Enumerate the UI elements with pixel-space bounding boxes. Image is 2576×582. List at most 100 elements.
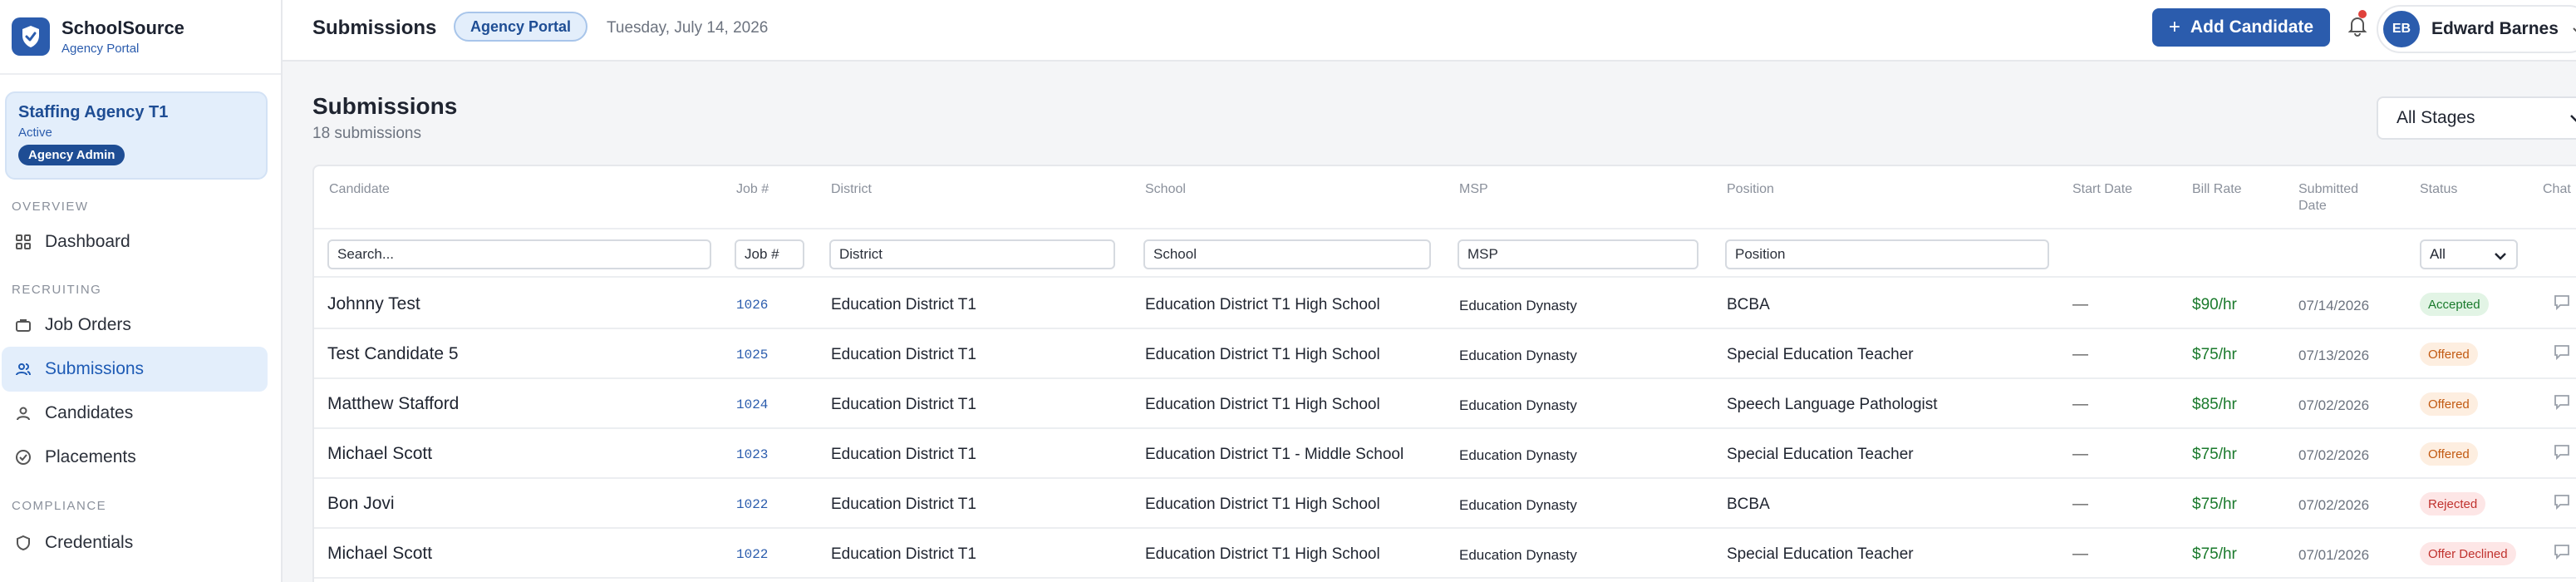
filter-row: All (314, 228, 2576, 278)
chat-bubble-icon[interactable] (2553, 293, 2571, 311)
district-cell: Education District T1 (831, 496, 976, 513)
district-cell: Education District T1 (831, 346, 976, 363)
candidate-search-input[interactable] (327, 239, 711, 269)
table-row[interactable]: Michael Scott 1023 Education District T1 Ed… (314, 429, 2576, 479)
candidate-name: Test Candidate 5 (327, 344, 459, 363)
position-cell: Special Education Teacher (1727, 346, 1914, 363)
bill-rate-cell: $75/hr (2192, 496, 2237, 513)
table-row[interactable]: Test Candidate 5 1025 Education District T… (314, 329, 2576, 379)
user-icon (15, 405, 32, 422)
column-header-status[interactable]: Status (2420, 181, 2457, 198)
table-row[interactable]: Matthew Stafford 1024 Education District T… (314, 379, 2576, 429)
sidebar-item-job-orders[interactable]: Job Orders (2, 303, 268, 348)
bill-rate-cell: $90/hr (2192, 296, 2237, 313)
position-cell: BCBA (1727, 296, 1770, 313)
column-header-bill-rate[interactable]: Bill Rate (2192, 181, 2242, 198)
job-number-link[interactable]: 1022 (736, 497, 768, 512)
job-filter-input[interactable] (735, 239, 804, 269)
status-badge: Rejected (2420, 492, 2486, 515)
job-number-link[interactable]: 1025 (736, 348, 768, 363)
school-cell: Education District T1 High School (1145, 545, 1380, 563)
status-badge: Offered (2420, 392, 2478, 416)
district-cell: Education District T1 (831, 296, 976, 313)
section-label-recruiting: RECRUITING (12, 283, 102, 297)
chat-bubble-icon[interactable] (2553, 492, 2571, 510)
bell-icon[interactable] (2345, 13, 2370, 38)
add-candidate-button[interactable]: + Add Candidate (2152, 8, 2330, 47)
agency-role-badge: Agency Admin (18, 145, 125, 165)
brand[interactable]: SchoolSource Agency Portal (0, 0, 281, 75)
sidebar-item-label: Credentials (45, 533, 134, 552)
submitted-date-cell: 07/14/2026 (2298, 298, 2370, 313)
start-date-cell: — (2072, 396, 2088, 413)
chat-bubble-icon[interactable] (2553, 442, 2571, 461)
position-cell: Special Education Teacher (1727, 446, 1914, 463)
column-header-school[interactable]: School (1145, 181, 1186, 198)
users-icon (15, 361, 32, 377)
district-filter-input[interactable] (829, 239, 1115, 269)
chat-bubble-icon[interactable] (2553, 343, 2571, 361)
district-cell: Education District T1 (831, 545, 976, 563)
school-cell: Education District T1 High School (1145, 296, 1380, 313)
school-cell: Education District T1 High School (1145, 396, 1380, 413)
job-number-link[interactable]: 1026 (736, 298, 768, 313)
briefcase-icon (15, 317, 32, 333)
sidebar-item-label: Placements (45, 447, 136, 466)
table-row[interactable]: Bon Jovi 1022 Education District T1 Educati… (314, 479, 2576, 529)
msp-cell: Education Dynasty (1459, 447, 1577, 463)
table-row[interactable]: Michael Scott 1022 Education District T1 Ed… (314, 529, 2576, 579)
column-header-district[interactable]: District (831, 181, 872, 198)
status-badge: Offered (2420, 343, 2478, 366)
sidebar-item-dashboard[interactable]: Dashboard (2, 219, 268, 264)
sidebar: SchoolSource Agency Portal Staffing Agen… (0, 0, 283, 582)
candidate-name: Michael Scott (327, 544, 433, 563)
table-row[interactable]: Johnny Test 1026 Education District T1 Educ… (314, 279, 2576, 329)
job-number-link[interactable]: 1022 (736, 547, 768, 562)
msp-cell: Education Dynasty (1459, 348, 1577, 363)
submissions-heading: Submissions (312, 93, 458, 119)
job-number-link[interactable]: 1024 (736, 397, 768, 412)
start-date-cell: — (2072, 496, 2088, 513)
column-header-position[interactable]: Position (1727, 181, 1774, 198)
job-number-link[interactable]: 1023 (736, 447, 768, 462)
agency-status: Active (18, 126, 52, 140)
bill-rate-cell: $75/hr (2192, 446, 2237, 463)
agency-name: Staffing Agency T1 (18, 103, 169, 121)
start-date-cell: — (2072, 346, 2088, 363)
chat-bubble-icon[interactable] (2553, 392, 2571, 411)
column-header-candidate[interactable]: Candidate (329, 181, 390, 198)
submitted-date-cell: 07/02/2026 (2298, 447, 2370, 463)
position-cell: BCBA (1727, 496, 1770, 513)
status-filter-select[interactable]: All (2420, 239, 2518, 269)
sidebar-item-placements[interactable]: Placements (2, 435, 268, 480)
status-badge: Accepted (2420, 293, 2489, 316)
sidebar-item-submissions[interactable]: Submissions (2, 347, 268, 392)
msp-cell: Education Dynasty (1459, 298, 1577, 313)
sidebar-item-label: Candidates (45, 403, 134, 422)
status-badge: Offer Declined (2420, 542, 2516, 565)
position-filter-input[interactable] (1725, 239, 2049, 269)
start-date-cell: — (2072, 446, 2088, 463)
section-label-compliance: COMPLIANCE (12, 499, 107, 513)
column-header-start-date[interactable]: Start Date (2072, 181, 2132, 198)
submitted-date-cell: 07/01/2026 (2298, 547, 2370, 563)
start-date-cell: — (2072, 545, 2088, 563)
msp-cell: Education Dynasty (1459, 547, 1577, 563)
msp-filter-input[interactable] (1458, 239, 1698, 269)
chat-bubble-icon[interactable] (2553, 542, 2571, 560)
agency-card[interactable]: Staffing Agency T1 Active Agency Admin (5, 91, 268, 180)
sidebar-item-credentials[interactable]: Credentials (2, 520, 268, 565)
school-cell: Education District T1 High School (1145, 346, 1380, 363)
school-filter-input[interactable] (1143, 239, 1431, 269)
column-header-submitted-date[interactable]: Submitted Date (2298, 181, 2358, 215)
candidate-name: Michael Scott (327, 444, 433, 463)
bill-rate-cell: $85/hr (2192, 396, 2237, 413)
stage-filter-select[interactable]: All Stages (2377, 96, 2576, 140)
column-header-msp[interactable]: MSP (1459, 181, 1488, 198)
user-name: Edward Barnes (2431, 19, 2559, 38)
bill-rate-cell: $75/hr (2192, 346, 2237, 363)
user-menu[interactable]: EB Edward Barnes (2377, 5, 2576, 53)
sidebar-item-candidates[interactable]: Candidates (2, 391, 268, 436)
candidate-name: Johnny Test (327, 294, 420, 313)
column-header-job[interactable]: Job # (736, 181, 769, 198)
